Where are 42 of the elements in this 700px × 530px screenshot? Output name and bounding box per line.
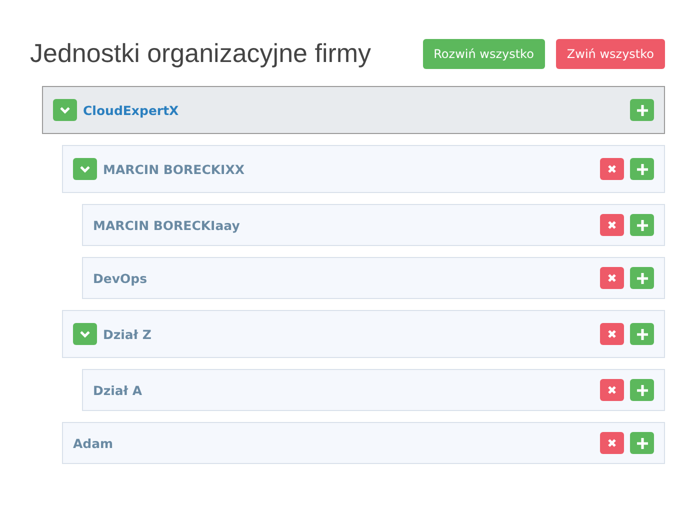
plus-icon (636, 164, 648, 174)
collapse-all-button[interactable]: Zwiń wszystko (556, 38, 665, 68)
add-button[interactable] (630, 323, 654, 345)
unit-name: MARCIN BORECKIaay (93, 218, 241, 232)
chevron-button[interactable] (73, 323, 97, 345)
add-button[interactable] (630, 379, 654, 401)
unit-name: Dział A (93, 382, 144, 398)
plus-icon (636, 104, 648, 116)
plus-icon (636, 328, 648, 340)
add-button[interactable] (630, 99, 654, 121)
unit-name: MARCIN BORECKIXX (103, 162, 246, 176)
add-button[interactable] (630, 267, 654, 289)
delete-button[interactable] (600, 158, 624, 180)
close-icon (607, 164, 617, 174)
close-icon (607, 438, 617, 448)
add-button[interactable] (630, 432, 654, 454)
delete-button[interactable] (600, 432, 624, 454)
expand-all-button[interactable]: Rozwiń wszystko (422, 38, 545, 68)
delete-button[interactable] (600, 267, 624, 289)
add-button[interactable] (630, 214, 654, 236)
chevron-button[interactable] (73, 158, 97, 180)
delete-button[interactable] (600, 214, 624, 236)
plus-icon (636, 272, 648, 284)
page-title: Jednostki organizacyjne firmy (30, 38, 372, 69)
close-icon (607, 220, 617, 230)
unit-name: DevOps (93, 270, 148, 286)
unit-name: CloudExpertX (83, 102, 180, 118)
close-icon (607, 385, 617, 395)
delete-button[interactable] (600, 323, 624, 345)
add-button[interactable] (630, 158, 654, 180)
chevron-down-icon (79, 163, 91, 175)
unit-name: Dział Z (103, 326, 152, 342)
plus-icon (636, 220, 648, 230)
unit-name: Adam (73, 436, 114, 450)
chevron-down-icon (59, 104, 71, 116)
plus-icon (636, 438, 648, 448)
chevron-button[interactable] (53, 99, 77, 121)
chevron-down-icon (79, 328, 91, 340)
close-icon (607, 329, 617, 339)
delete-button[interactable] (600, 379, 624, 401)
plus-icon (636, 384, 648, 396)
close-icon (607, 273, 617, 283)
